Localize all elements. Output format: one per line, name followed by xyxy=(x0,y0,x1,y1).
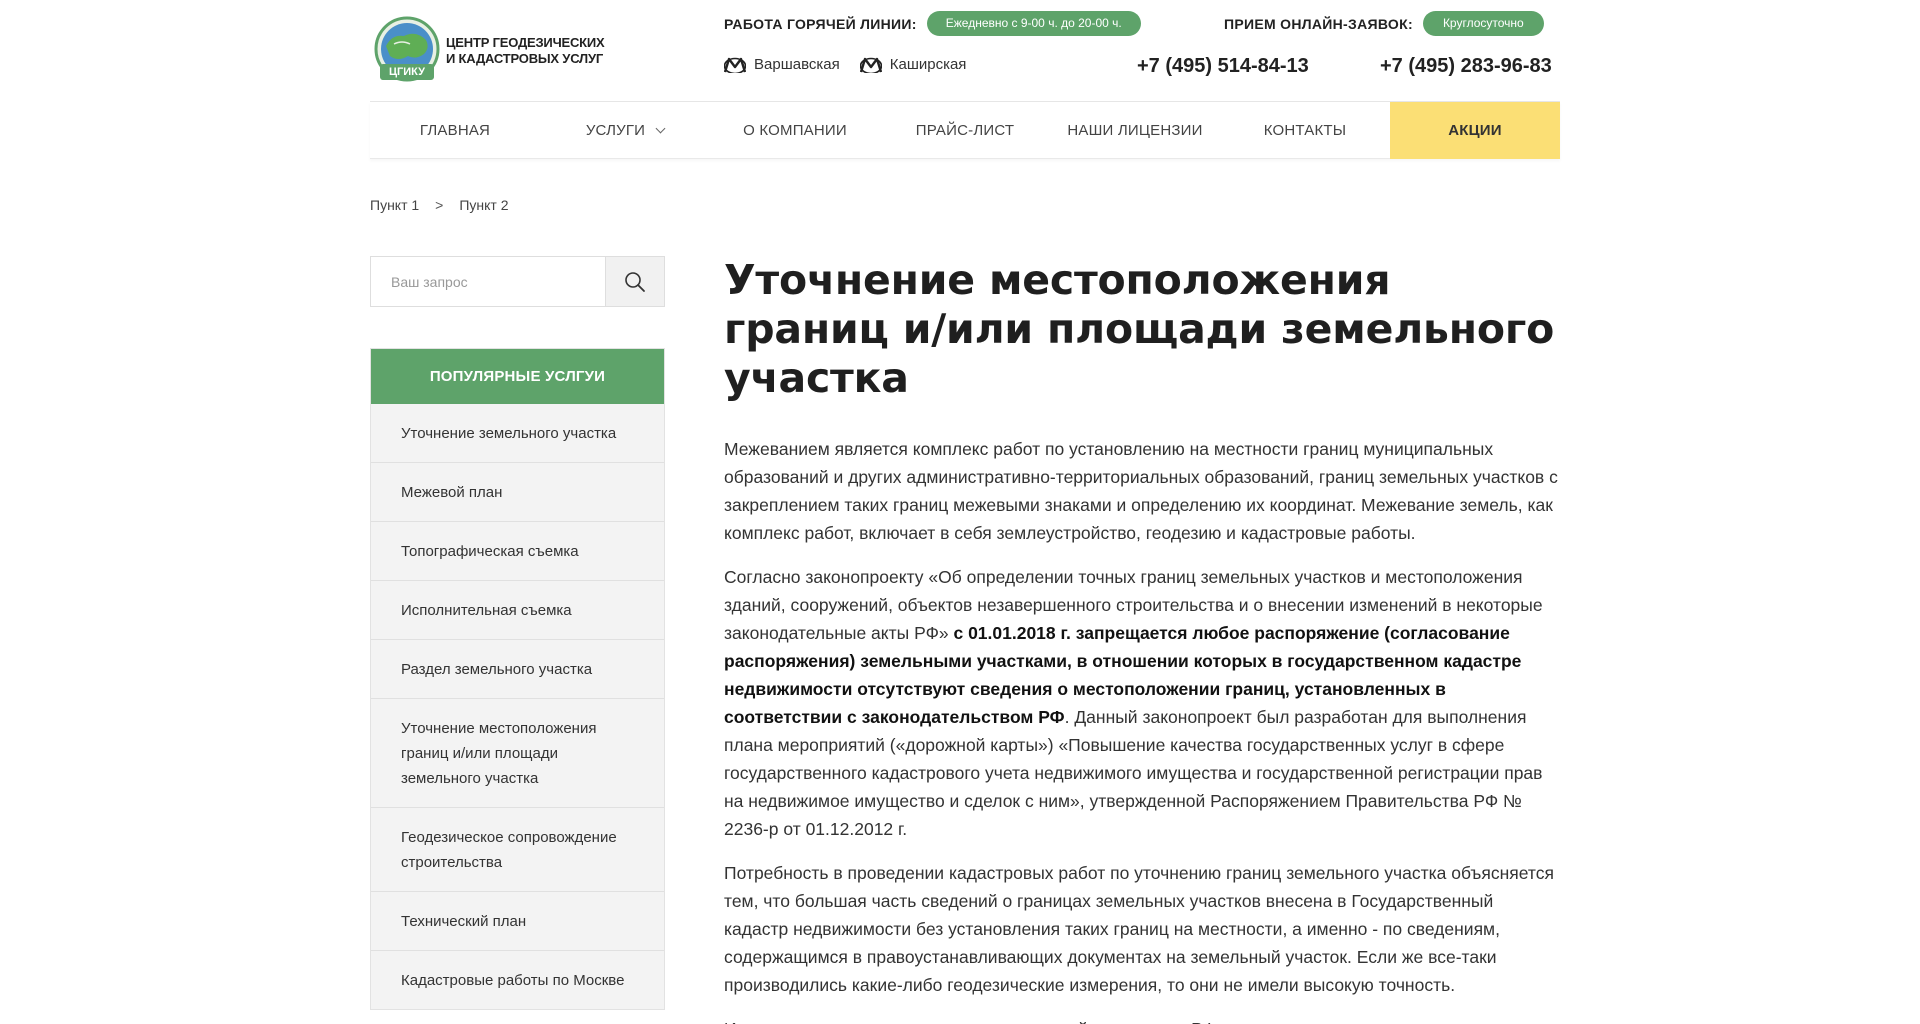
nav-item-label: УСЛУГИ xyxy=(585,122,646,139)
nav-item-about[interactable]: О КОМПАНИИ xyxy=(710,102,880,159)
nav-item-pricelist[interactable]: ПРАЙС-ЛИСТ xyxy=(880,102,1050,159)
metro-icon xyxy=(724,57,746,73)
sidebar-item[interactable]: Раздел земельного участка xyxy=(371,639,664,698)
online-orders-info: ПРИЕМ ОНЛАЙН-ЗАЯВОК: Круглосуточно xyxy=(1224,11,1544,36)
breadcrumb-separator: > xyxy=(435,197,444,213)
breadcrumb-current: Пункт 2 xyxy=(459,197,509,213)
hotline-hours-badge: Ежедневно с 9-00 ч. до 20-00 ч. xyxy=(926,11,1141,36)
logo-badge-text: ЦГИКУ xyxy=(388,66,425,78)
phone-link-1[interactable]: +7 (495) 514-84-13 xyxy=(1137,55,1309,78)
online-orders-label: ПРИЕМ ОНЛАЙН-ЗАЯВОК: xyxy=(1224,15,1413,32)
logo-text: ЦЕНТР ГЕОДЕЗИЧЕСКИХ И КАДАСТРОВЫХ УСЛУГ xyxy=(446,35,605,67)
nav-item-label: ПРАЙС-ЛИСТ xyxy=(915,122,1015,139)
sidebar-item[interactable]: Исполнительная съемка xyxy=(371,580,664,639)
site-header: ЦГИКУ ЦЕНТР ГЕОДЕЗИЧЕСКИХ И КАДАСТРОВЫХ … xyxy=(370,0,1560,102)
nav-item-label: О КОМПАНИИ xyxy=(743,122,847,139)
nav-item-label: КОНТАКТЫ xyxy=(1263,122,1347,139)
metro-station[interactable]: Каширская xyxy=(859,56,967,73)
main-content: Уточнение местоположения границ и/или пл… xyxy=(724,256,1560,1024)
metro-station-name: Варшавская xyxy=(754,56,840,73)
hotline-info: РАБОТА ГОРЯЧЕЙ ЛИНИИ: Ежедневно с 9-00 ч… xyxy=(724,11,1141,36)
sidebar-item[interactable]: Геодезическое сопровождение строительств… xyxy=(371,807,664,891)
nav-item-services[interactable]: УСЛУГИ xyxy=(540,102,710,159)
metro-station[interactable]: Варшавская xyxy=(724,56,840,73)
metro-icon xyxy=(859,57,882,73)
metro-station-name: Каширская xyxy=(889,56,967,73)
sidebar-item[interactable]: Топографическая съемка xyxy=(371,521,664,580)
nav-item-label: ГЛАВНАЯ xyxy=(419,122,491,139)
logo[interactable]: ЦГИКУ ЦЕНТР ГЕОДЕЗИЧЕСКИХ И КАДАСТРОВЫХ … xyxy=(372,16,605,86)
online-orders-badge: Круглосуточно xyxy=(1422,11,1544,36)
sidebar-item[interactable]: Технический план xyxy=(371,891,664,950)
nav-item-contacts[interactable]: КОНТАКТЫ xyxy=(1220,102,1390,159)
nav-item-label: АКЦИИ xyxy=(1448,122,1502,139)
article-paragraph: Потребность в проведении кадастровых раб… xyxy=(724,863,1554,995)
sidebar-item[interactable]: Уточнение местоположения границ и/или пл… xyxy=(371,698,664,807)
sidebar-item[interactable]: Кадастровые работы по Москве xyxy=(371,950,664,1009)
metro-stations: Варшавская Каширская xyxy=(724,56,986,73)
article-paragraph: Согласно законопроекту «Об определении т… xyxy=(724,563,1560,843)
nav-item-label: НАШИ ЛИЦЕНЗИИ xyxy=(1067,122,1203,139)
hotline-label: РАБОТА ГОРЯЧЕЙ ЛИНИИ: xyxy=(724,15,917,32)
sidebar-item[interactable]: Уточнение земельного участка xyxy=(371,404,664,462)
search-button[interactable] xyxy=(605,257,664,306)
search-input[interactable] xyxy=(371,257,605,306)
logo-line-1: ЦЕНТР ГЕОДЕЗИЧЕСКИХ xyxy=(446,35,605,50)
search-form xyxy=(370,256,665,307)
chevron-down-icon xyxy=(655,123,666,134)
page-title: Уточнение местоположения границ и/или пл… xyxy=(724,256,1555,402)
popular-services-heading: ПОПУЛЯРНЫЕ УСЛГУИ xyxy=(371,349,664,404)
article-paragraph: Межеванием является комплекс работ по ус… xyxy=(724,439,1558,543)
logo-emblem-icon: ЦГИКУ xyxy=(372,16,442,86)
sidebar: ПОПУЛЯРНЫЕ УСЛГУИ Уточнение земельного у… xyxy=(370,256,665,1024)
nav-item-promotions[interactable]: АКЦИИ xyxy=(1390,102,1560,159)
breadcrumb: Пункт 1 > Пункт 2 xyxy=(370,197,509,213)
main-nav: ГЛАВНАЯ УСЛУГИ О КОМПАНИИ ПРАЙС-ЛИСТ НАШ… xyxy=(370,102,1560,159)
logo-line-2: И КАДАСТРОВЫХ УСЛУГ xyxy=(446,51,604,66)
breadcrumb-item[interactable]: Пункт 1 xyxy=(370,197,419,213)
sidebar-item[interactable]: Межевой план xyxy=(371,462,664,521)
nav-item-licenses[interactable]: НАШИ ЛИЦЕНЗИИ xyxy=(1050,102,1220,159)
phone-link-2[interactable]: +7 (495) 283-96-83 xyxy=(1380,55,1552,78)
popular-services: ПОПУЛЯРНЫЕ УСЛГУИ Уточнение земельного у… xyxy=(370,348,665,1010)
nav-item-home[interactable]: ГЛАВНАЯ xyxy=(370,102,540,159)
article-paragraph: Именно поэтому в настоящее время по всей… xyxy=(724,1015,1560,1024)
search-icon xyxy=(625,271,645,292)
